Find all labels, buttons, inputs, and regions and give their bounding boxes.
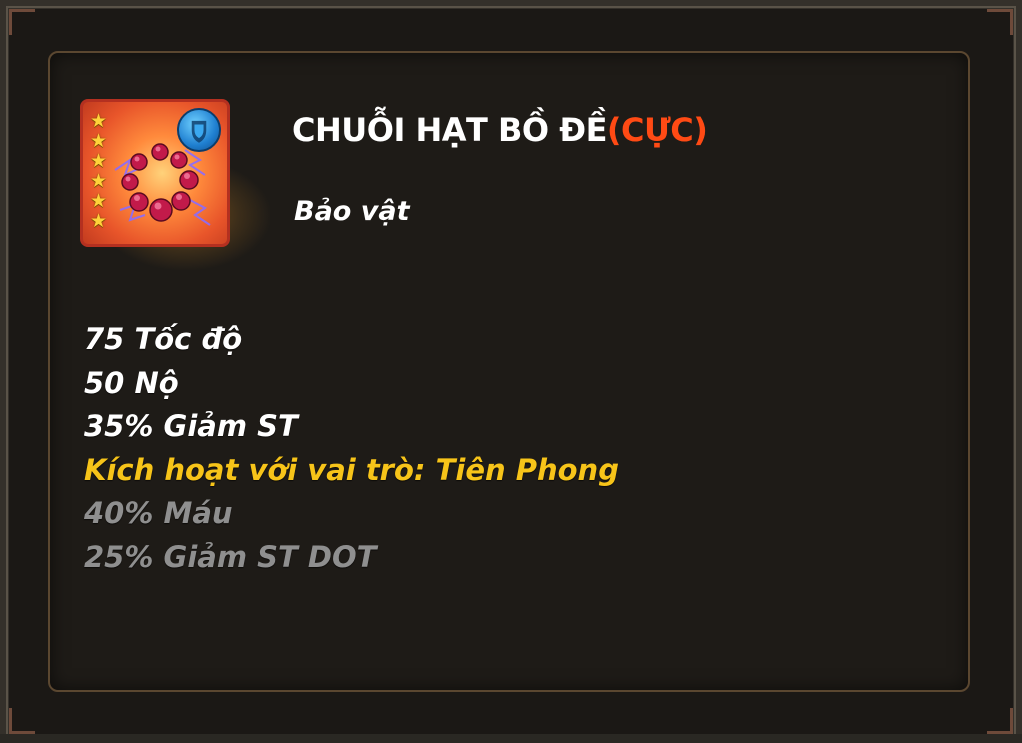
item-name-text: CHUỖI HẠT BỒ ĐỀ: [292, 111, 607, 149]
frame-corner: [987, 9, 1013, 35]
star-icon: ★: [90, 150, 108, 172]
star-icon: ★: [90, 210, 108, 232]
star-icon: ★: [90, 110, 108, 132]
item-stats-list: 75 Tốc độ 50 Nộ 35% Giảm ST Kích hoạt vớ…: [84, 318, 619, 579]
frame-corner: [9, 9, 35, 35]
frame-corner: [9, 708, 35, 734]
stat-rage: 50 Nộ: [84, 365, 179, 400]
item-name: CHUỖI HẠT BỒ ĐỀ(CỰC): [292, 108, 708, 152]
vanguard-role-icon: [177, 108, 221, 152]
item-grade: (CỰC): [606, 111, 708, 149]
bottom-strip: [0, 734, 1022, 743]
item-type: Bảo vật: [294, 196, 410, 227]
frame-corner: [987, 708, 1013, 734]
activation-condition: Kích hoạt với vai trò: Tiên Phong: [84, 452, 619, 487]
bonus-stat-dot-reduction: 25% Giảm ST DOT: [84, 539, 377, 574]
star-icon: ★: [90, 170, 108, 192]
star-rating: ★ ★ ★ ★ ★ ★: [90, 112, 107, 231]
star-icon: ★: [90, 190, 108, 212]
item-icon-card: ★ ★ ★ ★ ★ ★: [80, 99, 230, 247]
bonus-stat-hp: 40% Máu: [84, 496, 233, 530]
stat-speed: 75 Tốc độ: [84, 322, 243, 356]
stat-damage-reduction: 35% Giảm ST: [84, 409, 298, 443]
star-icon: ★: [90, 130, 108, 152]
